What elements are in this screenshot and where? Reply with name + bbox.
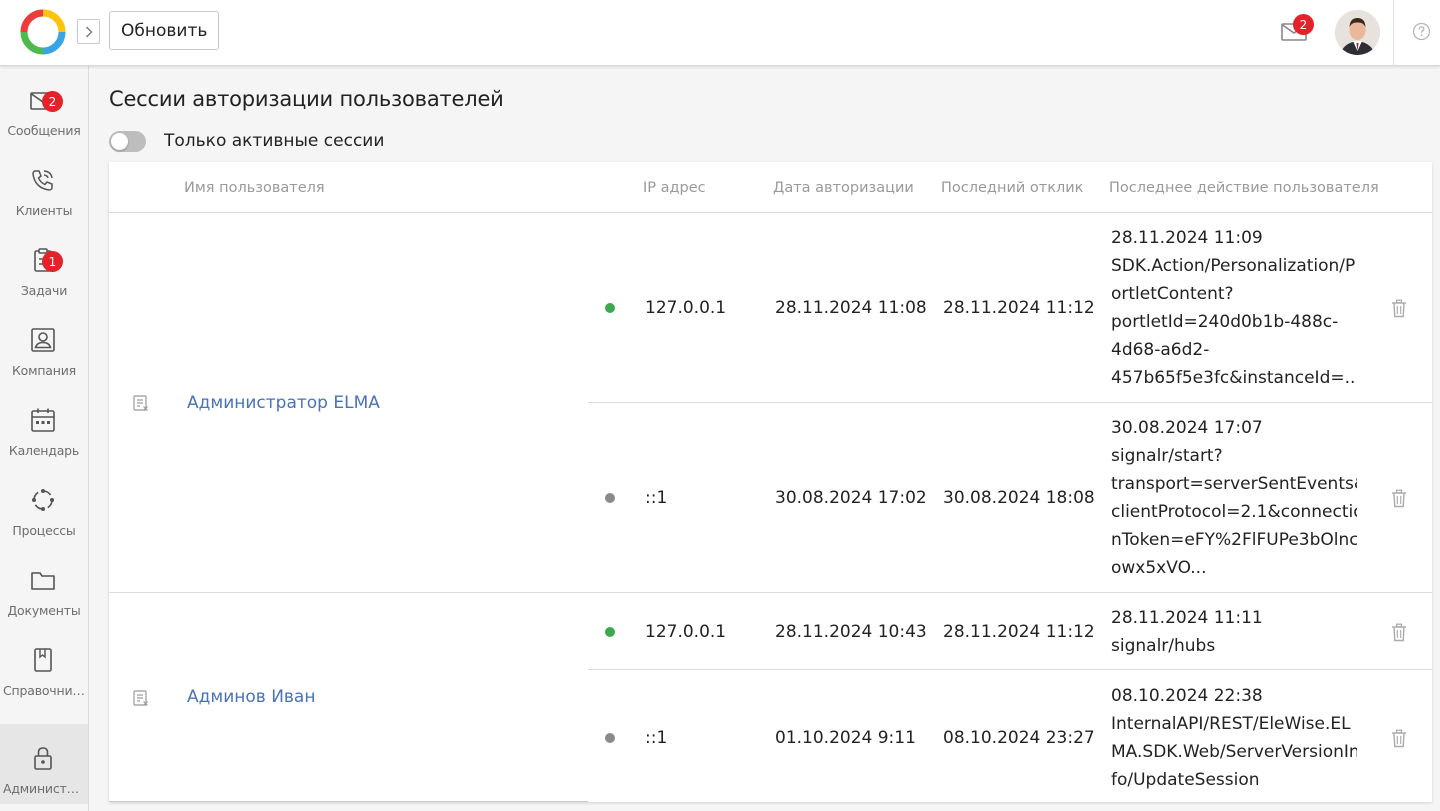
- sidebar-item-processes[interactable]: Процессы: [0, 466, 88, 546]
- lock-icon: [34, 747, 52, 770]
- tasks-badge: 1: [42, 251, 63, 272]
- column-header-username[interactable]: Имя пользователя: [184, 180, 325, 196]
- auth-date: 01.10.2024 9:11: [775, 728, 916, 748]
- sidebar-item-label: Администр...: [3, 781, 86, 796]
- sidebar-item-label: Календарь: [8, 443, 80, 458]
- ip-address: 127.0.0.1: [645, 622, 727, 642]
- company-icon: [31, 328, 55, 352]
- user-link[interactable]: Администратор ELMA: [187, 393, 380, 413]
- ip-address: 127.0.0.1: [645, 298, 727, 318]
- session-list-icon[interactable]: [132, 394, 150, 412]
- active-sessions-toggle-label[interactable]: Только активные сессии: [164, 131, 384, 151]
- sidebar-item-messages[interactable]: 2 Сообщения: [0, 66, 88, 146]
- last-action: 28.11.2024 11:11 signalr/hubs: [1111, 608, 1263, 656]
- ip-address: ::1: [645, 488, 668, 508]
- sessions-table: Имя пользователя IP адрес Дата авторизац…: [109, 162, 1432, 802]
- sidebar: 2 Сообщения Клиенты 1 Задачи Компания Ка…: [0, 66, 89, 811]
- row-divider: [588, 402, 1432, 403]
- auth-date: 28.11.2024 10:43: [775, 622, 927, 642]
- column-header-last-action[interactable]: Последнее действие пользователя: [1109, 180, 1379, 196]
- last-response: 28.11.2024 11:12: [943, 298, 1095, 318]
- book-icon: [34, 648, 52, 672]
- last-action: 08.10.2024 22:38 InternalAPI/REST/EleWis…: [1111, 686, 1357, 790]
- header-divider: [1393, 0, 1394, 66]
- auth-date: 28.11.2024 11:08: [775, 298, 927, 318]
- session-list-icon[interactable]: [132, 689, 150, 707]
- user-avatar[interactable]: [1335, 10, 1380, 55]
- delete-session-icon[interactable]: [1391, 299, 1407, 318]
- active-sessions-toggle[interactable]: [109, 131, 146, 152]
- mail-count-badge: 2: [1293, 14, 1314, 35]
- last-action: 28.11.2024 11:09 SDK.Action/Personalizat…: [1111, 228, 1357, 388]
- sidebar-item-company[interactable]: Компания: [0, 306, 88, 386]
- header-divider: [109, 212, 1432, 213]
- phone-icon: [32, 170, 53, 191]
- calendar-icon: [31, 408, 55, 432]
- column-header-ip[interactable]: IP адрес: [643, 180, 706, 196]
- process-icon: [32, 489, 54, 511]
- help-icon[interactable]: [1412, 22, 1431, 41]
- group-divider: [109, 592, 1432, 593]
- last-response: 28.11.2024 11:12: [943, 622, 1095, 642]
- avatar-image: [1335, 10, 1380, 55]
- last-response: 08.10.2024 23:27: [943, 728, 1095, 748]
- toggle-knob: [111, 133, 128, 150]
- messages-badge: 2: [42, 91, 63, 112]
- sidebar-item-label: Справочники: [3, 683, 88, 698]
- refresh-button[interactable]: Обновить: [109, 11, 220, 50]
- folder-icon: [31, 572, 55, 590]
- sidebar-item-label: Процессы: [12, 523, 76, 538]
- elma-logo[interactable]: [18, 7, 68, 57]
- sidebar-item-label: Документы: [7, 603, 81, 618]
- sidebar-item-clients[interactable]: Клиенты: [0, 146, 88, 226]
- sidebar-item-label: Клиенты: [15, 203, 73, 218]
- session-status-active: [605, 303, 615, 313]
- top-bar: Обновить 2: [0, 0, 1440, 66]
- session-status-active: [605, 627, 615, 637]
- sidebar-item-label: Задачи: [20, 283, 68, 298]
- sidebar-item-documents[interactable]: Документы: [0, 546, 88, 626]
- last-response: 30.08.2024 18:08: [943, 488, 1095, 508]
- user-link[interactable]: Админов Иван: [187, 687, 315, 707]
- column-header-auth-date[interactable]: Дата авторизации: [773, 180, 914, 196]
- delete-session-icon[interactable]: [1391, 729, 1407, 748]
- page-title: Сессии авторизации пользователей: [109, 87, 504, 111]
- sidebar-item-tasks[interactable]: 1 Задачи: [0, 226, 88, 306]
- sidebar-item-calendar[interactable]: Календарь: [0, 386, 88, 466]
- expand-sidebar-button[interactable]: [77, 19, 100, 44]
- sidebar-item-label: Компания: [11, 363, 76, 378]
- sidebar-item-label: Сообщения: [7, 123, 81, 138]
- sidebar-item-catalogs[interactable]: Справочники: [0, 626, 88, 706]
- row-divider: [588, 669, 1432, 670]
- session-status-inactive: [605, 733, 615, 743]
- chevron-right-icon: [85, 26, 92, 37]
- sidebar-item-administration[interactable]: Администр...: [0, 724, 88, 804]
- session-status-inactive: [605, 493, 615, 503]
- delete-session-icon[interactable]: [1391, 623, 1407, 642]
- last-action: 30.08.2024 17:07 signalr/start? transpor…: [1111, 418, 1357, 578]
- ip-address: ::1: [645, 728, 668, 748]
- delete-session-icon[interactable]: [1391, 489, 1407, 508]
- column-header-last-response[interactable]: Последний отклик: [941, 180, 1083, 196]
- group-divider: [109, 801, 588, 802]
- auth-date: 30.08.2024 17:02: [775, 488, 927, 508]
